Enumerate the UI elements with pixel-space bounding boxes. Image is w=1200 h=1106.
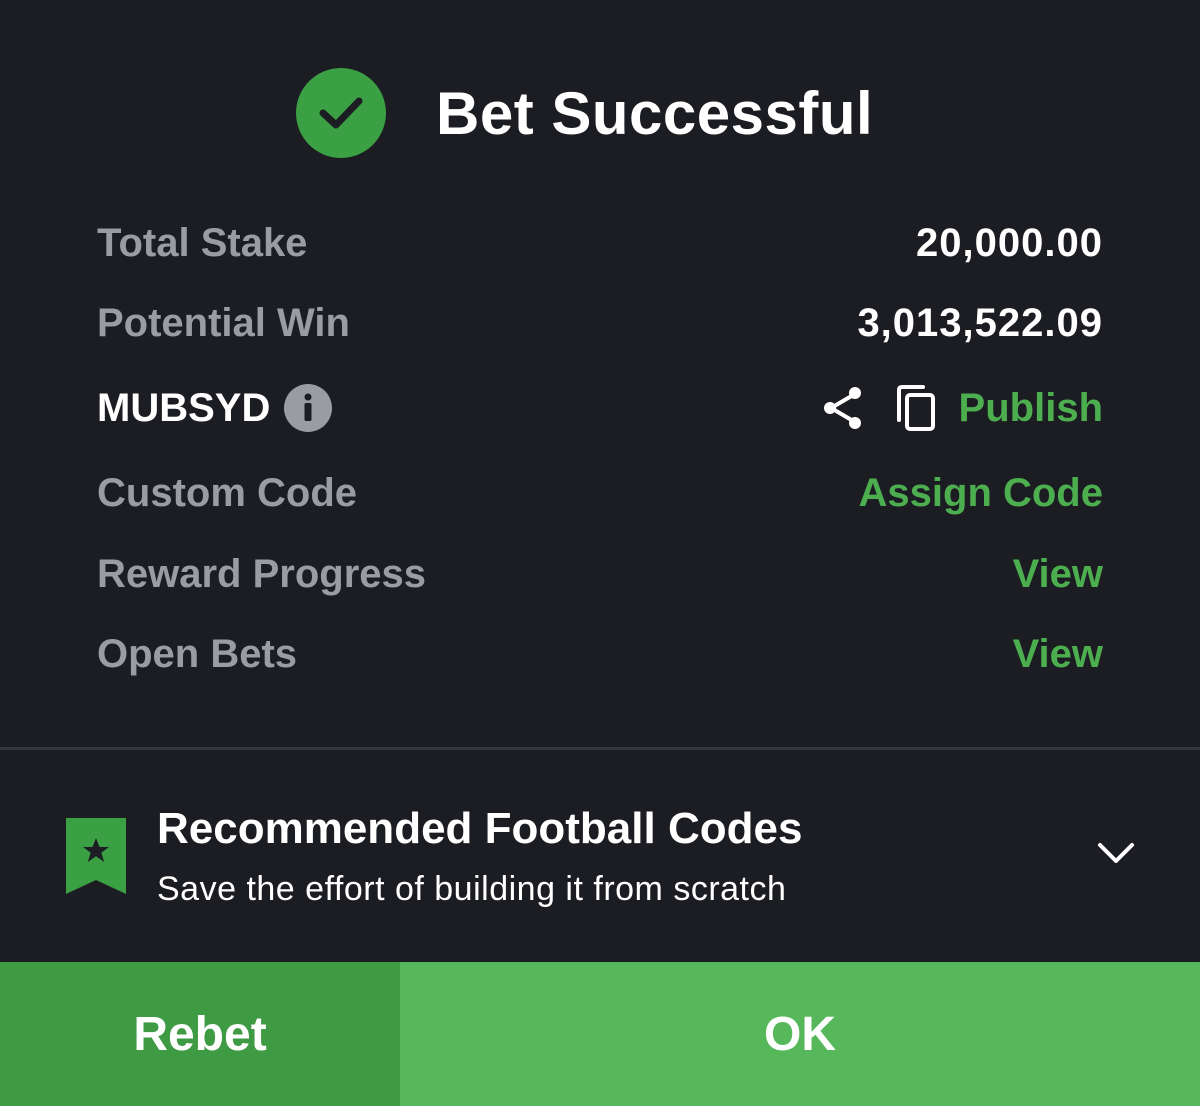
potential-win-value: 3,013,522.09 (857, 300, 1103, 345)
copy-icon[interactable] (895, 384, 937, 432)
publish-link[interactable]: Publish (959, 386, 1103, 431)
check-circle-icon (296, 68, 386, 158)
reward-progress-label: Reward Progress (97, 551, 427, 596)
chevron-down-icon[interactable] (1096, 840, 1136, 871)
open-bets-row: Open Bets View (97, 624, 1103, 684)
ok-button[interactable]: OK (400, 962, 1200, 1106)
action-bar: Rebet OK (0, 962, 1200, 1106)
open-bets-view-link[interactable]: View (1013, 632, 1103, 677)
success-header: Bet Successful (296, 68, 873, 158)
total-stake-row: Total Stake 20,000.00 (97, 213, 1103, 273)
recommended-title: Recommended Football Codes (157, 804, 803, 853)
booking-code-group: MUBSYD (97, 384, 333, 432)
bet-success-screen: Bet Successful Total Stake 20,000.00 Pot… (0, 0, 1200, 1106)
total-stake-value: 20,000.00 (916, 220, 1103, 265)
recommended-codes-section[interactable]: Recommended Football Codes Save the effo… (0, 790, 1200, 930)
custom-code-label: Custom Code (97, 470, 357, 515)
reward-progress-view-link[interactable]: View (1013, 552, 1103, 597)
potential-win-row: Potential Win 3,013,522.09 (97, 293, 1103, 353)
booking-code: MUBSYD (97, 385, 271, 430)
booking-code-actions: Publish (821, 384, 1103, 432)
booking-code-row: MUBSYD Publish (97, 378, 1103, 438)
total-stake-label: Total Stake (97, 220, 308, 265)
page-title: Bet Successful (436, 79, 874, 147)
share-icon[interactable] (821, 385, 865, 431)
reward-progress-row: Reward Progress View (97, 544, 1103, 604)
info-icon[interactable] (284, 384, 333, 432)
potential-win-label: Potential Win (97, 300, 350, 345)
recommended-subtitle: Save the effort of building it from scra… (157, 870, 787, 908)
open-bets-label: Open Bets (97, 631, 298, 676)
section-divider (0, 747, 1200, 750)
assign-code-link[interactable]: Assign Code (859, 471, 1103, 516)
bookmark-star-icon (66, 818, 126, 899)
rebet-button[interactable]: Rebet (0, 962, 400, 1106)
custom-code-row: Custom Code Assign Code (97, 463, 1103, 523)
